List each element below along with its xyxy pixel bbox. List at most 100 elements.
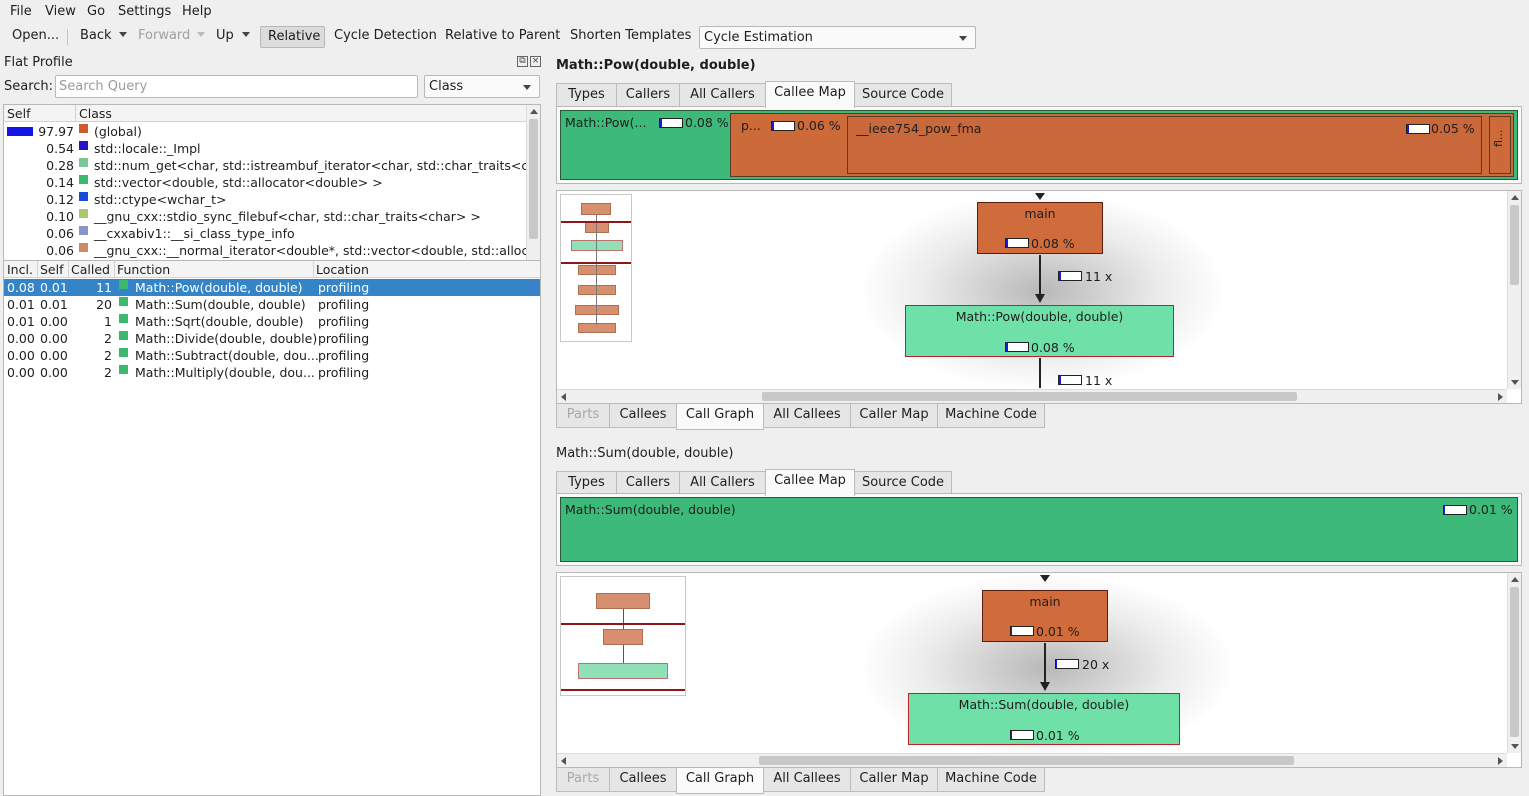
horizontal-scrollbar[interactable] (557, 753, 1507, 767)
tab-all-callees[interactable]: All Callees (763, 768, 851, 792)
cycle-estimation-select[interactable]: Cycle Estimation (699, 26, 976, 49)
tab-callees[interactable]: Callees (609, 768, 677, 792)
column-header-self[interactable]: Self (40, 262, 64, 277)
up-dropdown-icon[interactable] (242, 32, 250, 37)
scroll-down-icon[interactable] (1511, 744, 1519, 749)
node-label: Math::Sum(double, double) (958, 697, 1130, 712)
map-cell-grandchild[interactable]: __ieee754_pow_fma 0.05 % (847, 116, 1482, 174)
scroll-up-icon[interactable] (1511, 195, 1519, 200)
tab-all-callers[interactable]: All Callers (679, 471, 766, 495)
tab-caller-map[interactable]: Caller Map (850, 404, 938, 428)
tab-parts[interactable]: Parts (556, 404, 610, 428)
tab-types[interactable]: Types (556, 471, 617, 495)
tab-all-callers[interactable]: All Callers (679, 83, 766, 107)
open-button[interactable]: Open... (12, 28, 59, 43)
tab-call-graph[interactable]: Call Graph (676, 768, 764, 794)
table-row[interactable]: 0.28 std::num_get<char, std::istreambuf_i… (4, 157, 540, 174)
scroll-up-icon[interactable] (1511, 577, 1519, 582)
scroll-left-icon[interactable] (561, 393, 566, 401)
scroll-right-icon[interactable] (1498, 393, 1503, 401)
relative-toggle[interactable]: Relative (260, 26, 325, 48)
map-cell-small[interactable]: fl... (1489, 116, 1511, 174)
table-row[interactable]: 0.01 0.00 1 Math::Sqrt(double, double) profi… (4, 313, 540, 330)
menu-view[interactable]: View (45, 4, 76, 19)
scrollbar-thumb[interactable] (529, 119, 538, 239)
graph-edge[interactable] (1039, 255, 1041, 295)
column-header-incl[interactable]: Incl. (7, 262, 33, 277)
table-row[interactable]: 0.12 std::ctype<wchar_t> (4, 191, 540, 208)
column-header-called[interactable]: Called (71, 262, 110, 277)
tab-types[interactable]: Types (556, 83, 617, 107)
menu-settings[interactable]: Settings (118, 4, 171, 19)
group-by-select[interactable]: Class (424, 75, 540, 98)
tab-callees[interactable]: Callees (609, 404, 677, 428)
tab-callers[interactable]: Callers (616, 83, 680, 107)
graph-node-callee[interactable]: Math::Pow(double, double) 0.08 % (905, 305, 1174, 357)
scrollbar-thumb[interactable] (759, 756, 1294, 765)
back-button[interactable]: Back (80, 28, 112, 43)
scroll-right-icon[interactable] (1498, 757, 1503, 765)
relative-to-parent-toggle[interactable]: Relative to Parent (445, 28, 560, 43)
scrollbar-thumb[interactable] (1510, 205, 1519, 285)
class-self: 97.97 (38, 124, 74, 139)
table-row[interactable]: 97.97 (global) (4, 123, 540, 140)
tab-call-graph[interactable]: Call Graph (676, 404, 764, 430)
graph-minimap[interactable] (560, 576, 686, 696)
minimap-viewport (561, 262, 631, 264)
column-header-self[interactable]: Self (7, 106, 31, 121)
scroll-down-icon[interactable] (1511, 380, 1519, 385)
scroll-left-icon[interactable] (561, 757, 566, 765)
vertical-scrollbar[interactable] (1507, 573, 1521, 753)
map-cell-root[interactable]: Math::Sum(double, double) 0.01 % (560, 497, 1518, 562)
forward-button[interactable]: Forward (138, 28, 190, 43)
scrollbar-thumb[interactable] (1510, 587, 1519, 737)
table-row[interactable]: 0.06 __cxxabiv1::__si_class_type_info (4, 225, 540, 242)
menu-help[interactable]: Help (182, 4, 212, 19)
menu-file[interactable]: File (10, 4, 32, 19)
tab-parts[interactable]: Parts (556, 768, 610, 792)
tab-machine-code[interactable]: Machine Code (937, 404, 1045, 428)
search-input[interactable] (55, 75, 418, 98)
graph-edge[interactable] (1044, 643, 1046, 683)
tab-callee-map[interactable]: Callee Map (765, 81, 855, 108)
tab-source-code[interactable]: Source Code (854, 83, 952, 107)
tab-all-callees[interactable]: All Callees (763, 404, 851, 428)
menu-go[interactable]: Go (87, 4, 105, 19)
map-cell-percent: 0.06 % (797, 118, 841, 133)
tab-callers[interactable]: Callers (616, 471, 680, 495)
horizontal-scrollbar[interactable] (557, 389, 1507, 403)
table-row[interactable]: 0.10 __gnu_cxx::stdio_sync_filebuf<char, … (4, 208, 540, 225)
back-dropdown-icon[interactable] (119, 32, 127, 37)
tab-callee-map[interactable]: Callee Map (765, 469, 855, 496)
tab-machine-code[interactable]: Machine Code (937, 768, 1045, 792)
table-row[interactable]: 0.00 0.00 2 Math::Divide(double, double) pro… (4, 330, 540, 347)
table-row[interactable]: 0.14 std::vector<double, std::allocator<d… (4, 174, 540, 191)
scroll-up-icon[interactable] (530, 109, 538, 114)
table-row[interactable]: 0.00 0.00 2 Math::Subtract(double, dou... pr… (4, 347, 540, 364)
func-name: Math::Divide(double, double) (135, 331, 318, 346)
tab-source-code[interactable]: Source Code (854, 471, 952, 495)
graph-node-caller[interactable]: main 0.08 % (977, 202, 1103, 254)
column-header-function[interactable]: Function (117, 262, 170, 277)
graph-edge[interactable] (1039, 358, 1041, 388)
table-row[interactable]: 0.00 0.00 2 Math::Multiply(double, dou... pr… (4, 364, 540, 381)
table-row[interactable]: 0.54 std::locale::_Impl (4, 140, 540, 157)
cycle-detection-toggle[interactable]: Cycle Detection (334, 28, 437, 43)
func-location: profiling (318, 280, 370, 295)
graph-node-callee[interactable]: Math::Sum(double, double) 0.01 % (908, 693, 1180, 745)
tab-caller-map[interactable]: Caller Map (850, 768, 938, 792)
forward-dropdown-icon[interactable] (197, 32, 205, 37)
close-icon[interactable]: × (530, 56, 541, 67)
column-header-location[interactable]: Location (316, 262, 369, 277)
column-header-class[interactable]: Class (79, 106, 112, 121)
scrollbar-thumb[interactable] (762, 392, 1297, 401)
table-row[interactable]: 0.06 __gnu_cxx::__normal_iterator<double*… (4, 242, 540, 259)
vertical-scrollbar[interactable] (1507, 191, 1521, 389)
graph-node-caller[interactable]: main 0.01 % (982, 590, 1108, 642)
graph-minimap[interactable] (560, 194, 632, 342)
table-row[interactable]: 0.01 0.01 20 Math::Sum(double, double) profi… (4, 296, 540, 313)
table-row[interactable]: 0.08 0.01 11 Math::Pow(double, double) profi… (4, 279, 540, 296)
float-icon[interactable]: ⧉ (517, 56, 528, 67)
shorten-templates-toggle[interactable]: Shorten Templates (570, 28, 691, 43)
up-button[interactable]: Up (216, 28, 234, 43)
